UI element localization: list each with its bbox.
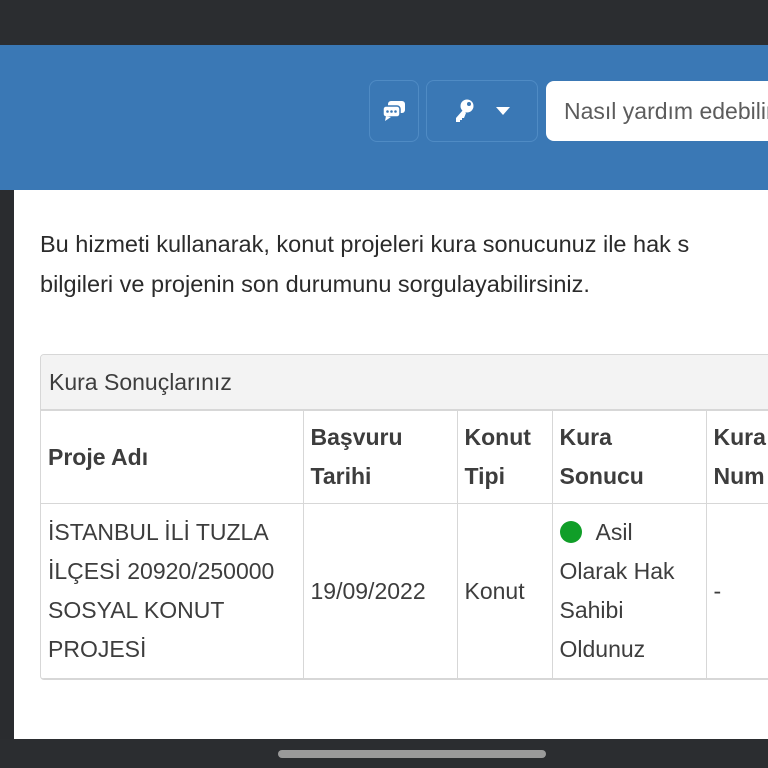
card-title: Kura Sonuçlarınız: [41, 355, 768, 410]
search-input[interactable]: [546, 81, 768, 141]
column-header-project-label: Proje Adı: [48, 443, 149, 470]
login-dropdown-button[interactable]: [426, 80, 538, 142]
column-header-type: Konut Tipi: [456, 410, 553, 504]
status-dot-icon: [559, 521, 582, 543]
column-header-number-line-1: Kura: [713, 424, 766, 450]
cell-housing-type: Konut: [456, 503, 553, 679]
cell-draw-result: Asil Olarak Hak Sahibi Oldunuz: [551, 503, 707, 679]
column-header-date-line-1: Başvuru: [310, 424, 403, 450]
cell-application-date: 19/09/2022: [302, 503, 458, 679]
column-header-number: Kura Num: [705, 410, 768, 504]
column-header-result-line-2: Sonucu: [559, 463, 644, 489]
intro-text: Bu hizmeti kullanarak, konut projeleri k…: [40, 224, 768, 304]
table-row: İSTANBUL İLİ TUZLA İLÇESİ 20920/250000 S…: [41, 503, 768, 679]
result-line-3: Sahibi: [559, 597, 624, 623]
result-line-2: Olarak Hak: [559, 558, 675, 584]
project-name-line-1: İSTANBUL İLİ TUZLA: [48, 519, 269, 545]
chat-button[interactable]: [369, 80, 419, 142]
chat-bubbles-icon: [382, 101, 405, 121]
intro-line-1: Bu hizmeti kullanarak, konut projeleri k…: [40, 231, 690, 257]
table-header-row: Proje Adı Başvuru Tarihi Konut Tipi Kura…: [41, 410, 768, 504]
project-name-line-2: İLÇESİ 20920/250000: [48, 558, 275, 584]
project-name-line-3: SOSYAL KONUT: [48, 597, 225, 623]
cell-draw-number: -: [705, 503, 768, 679]
main-content: Bu hizmeti kullanarak, konut projeleri k…: [14, 190, 768, 739]
caret-down-icon: [496, 106, 510, 115]
column-header-number-line-2: Num: [713, 463, 765, 489]
results-card: Kura Sonuçlarınız Proje Adı Başvuru Tari…: [40, 354, 768, 680]
column-header-result: Kura Sonucu: [551, 410, 707, 504]
browser-top-bar: [0, 0, 768, 45]
column-header-result-line-1: Kura: [559, 424, 612, 450]
key-icon: [456, 99, 474, 122]
results-table: Proje Adı Başvuru Tarihi Konut Tipi Kura…: [41, 410, 768, 679]
column-header-date-line-2: Tarihi: [310, 463, 372, 489]
intro-line-2: bilgileri ve projenin son durumunu sorgu…: [40, 271, 590, 297]
result-line-1: Asil: [595, 519, 633, 545]
home-indicator[interactable]: [278, 750, 546, 758]
cell-project-name: İSTANBUL İLİ TUZLA İLÇESİ 20920/250000 S…: [41, 503, 304, 679]
project-name-line-4: PROJESİ: [48, 636, 147, 662]
column-header-date: Başvuru Tarihi: [302, 410, 458, 504]
result-line-4: Oldunuz: [559, 636, 646, 662]
column-header-type-line-1: Konut: [464, 424, 531, 450]
column-header-type-line-2: Tipi: [464, 463, 505, 489]
column-header-project: Proje Adı: [41, 410, 304, 504]
